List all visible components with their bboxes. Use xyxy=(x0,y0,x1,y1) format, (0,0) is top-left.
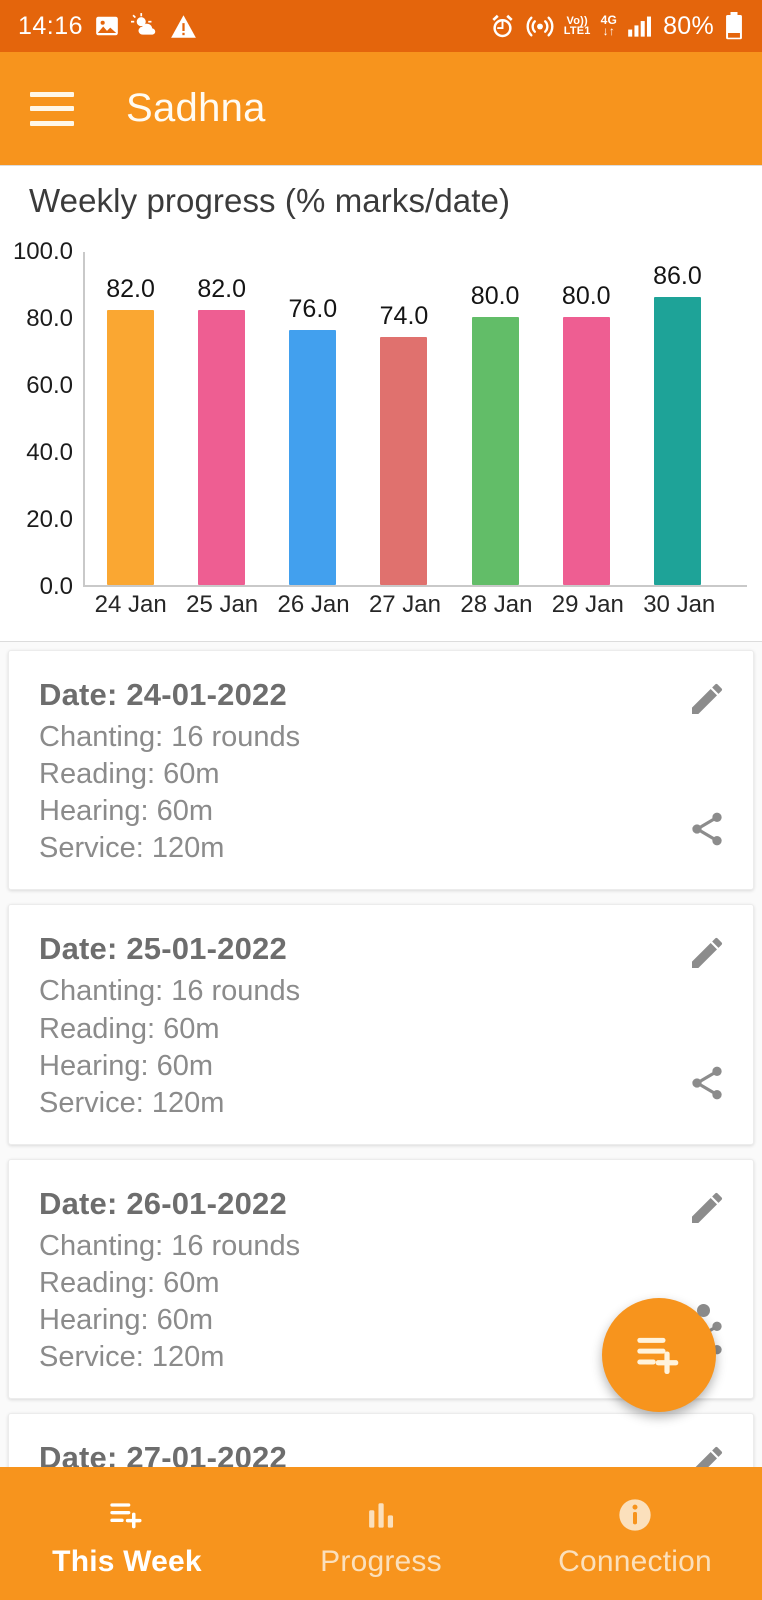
chart-bar xyxy=(380,337,428,585)
chart-bar-slot: 80.0 xyxy=(450,252,541,585)
chart-y-tick: 100.0 xyxy=(12,238,73,265)
chart-x-tick-label: 27 Jan xyxy=(368,591,441,618)
nav-item-progress[interactable]: Progress xyxy=(254,1467,508,1600)
chart-bar-slot: 82.0 xyxy=(176,252,267,585)
chart-x-tick-label: 28 Jan xyxy=(460,591,533,618)
chart-bars: 82.0 82.0 76.0 74.0 80.0 80.0 86.0 xyxy=(85,252,723,585)
chart-bar-slot: 76.0 xyxy=(267,252,358,585)
entry-chanting: Chanting: 16 rounds xyxy=(39,721,301,753)
chart-x-tick-label: 29 Jan xyxy=(551,591,624,618)
chart-bar-slot: 86.0 xyxy=(632,252,723,585)
share-icon[interactable] xyxy=(687,1063,727,1103)
chart-bar xyxy=(562,317,610,585)
chart-y-tick: 80.0 xyxy=(26,305,73,332)
entry-card-actions xyxy=(687,679,727,849)
entry-reading: Reading: 60m xyxy=(39,758,220,791)
entry-card[interactable]: Date: 24-01-2022 Chanting: 16 rounds Readi… xyxy=(8,650,754,891)
entry-card-list: Date: 24-01-2022 Chanting: 16 rounds Readi… xyxy=(0,650,762,1600)
entry-date: Date: 25-01-2022 xyxy=(39,931,287,967)
chart-bar-value-label: 86.0 xyxy=(653,261,702,290)
entry-date: Date: 24-01-2022 xyxy=(39,677,287,712)
entry-hearing: Hearing: 60m xyxy=(39,795,214,828)
chart-y-tick: 0.0 xyxy=(39,573,73,600)
app-screen: 14:16 Vo)) LTE1 4G ↓↑ 80% Sadhna Weekly … xyxy=(0,0,762,1600)
entry-chanting: Chanting: 16 rounds xyxy=(39,1229,301,1262)
entry-reading: Reading: 60m xyxy=(39,1012,220,1045)
chart-y-tick: 40.0 xyxy=(26,439,73,466)
chart-bar-value-label: 82.0 xyxy=(197,275,247,304)
nav-item-this-week[interactable]: This Week xyxy=(0,1467,254,1600)
playlist-add-icon xyxy=(633,1327,685,1384)
chart-title: Weekly progress (% marks/date) xyxy=(29,182,511,219)
chart-bar-value-label: 74.0 xyxy=(379,302,429,331)
bottom-navigation: This Week Progress Connection xyxy=(0,1467,762,1600)
weekly-progress-chart-card: Weekly progress (% marks/date) 0.0 20.0 40… xyxy=(0,165,762,642)
share-icon[interactable] xyxy=(687,809,727,849)
chart-bar-slot: 82.0 xyxy=(85,252,176,585)
chart-x-tick-label: 30 Jan xyxy=(643,591,716,618)
entry-card-actions xyxy=(687,933,727,1103)
chart-bar-slot: 74.0 xyxy=(358,252,449,585)
hamburger-menu-icon[interactable] xyxy=(30,91,74,126)
bar-chart-icon xyxy=(362,1494,400,1536)
chart-x-axis xyxy=(83,585,747,587)
pencil-icon[interactable] xyxy=(687,1188,727,1228)
chart-bar-value-label: 80.0 xyxy=(561,282,611,310)
chart-bar-value-label: 82.0 xyxy=(106,275,155,304)
chart-bar xyxy=(471,317,519,585)
entry-service: Service: 120m xyxy=(39,1086,225,1119)
entry-hearing: Hearing: 60m xyxy=(39,1049,214,1082)
app-bar: Sadhna xyxy=(0,52,762,165)
page-title: Sadhna xyxy=(126,86,266,130)
add-entry-fab[interactable] xyxy=(602,1298,716,1412)
entry-date: Date: 26-01-2022 xyxy=(39,1185,287,1221)
chart-bar-slot: 80.0 xyxy=(541,252,632,585)
nav-label: This Week xyxy=(52,1545,202,1578)
chart-y-tick: 60.0 xyxy=(26,372,73,399)
playlist-add-icon xyxy=(107,1494,147,1536)
pencil-icon[interactable] xyxy=(687,933,727,973)
chart-bar-value-label: 80.0 xyxy=(470,282,520,310)
entry-service: Service: 120m xyxy=(39,832,225,865)
chart-x-tick-label: 26 Jan xyxy=(277,591,350,618)
chart-bar xyxy=(289,330,337,585)
chart-bar xyxy=(107,310,155,585)
chart-x-tick-labels: 24 Jan 25 Jan 26 Jan 27 Jan 28 Jan 29 Jan 30 J… xyxy=(85,591,725,619)
fab-indicator-dot xyxy=(697,1304,710,1317)
entry-reading: Reading: 60m xyxy=(39,1266,220,1299)
entry-card[interactable]: Date: 25-01-2022 Chanting: 16 rounds Readi… xyxy=(8,904,754,1145)
chart-bar-value-label: 76.0 xyxy=(288,295,338,324)
nav-label: Progress xyxy=(320,1545,442,1578)
chart-plot-area: 0.0 20.0 40.0 60.0 80.0 100.0 82.0 82.0 76.0 74.… xyxy=(13,238,747,600)
nav-label: Connection xyxy=(558,1545,712,1578)
chart-x-tick-label: 25 Jan xyxy=(186,591,259,618)
info-icon xyxy=(615,1494,655,1536)
nav-item-connection[interactable]: Connection xyxy=(508,1467,762,1600)
chart-y-tick: 20.0 xyxy=(26,506,73,533)
entry-chanting: Chanting: 16 rounds xyxy=(39,975,301,1008)
pencil-icon[interactable] xyxy=(687,679,727,719)
chart-bar xyxy=(198,310,246,585)
chart-bar xyxy=(653,296,701,585)
chart-x-tick-label: 24 Jan xyxy=(94,591,167,618)
